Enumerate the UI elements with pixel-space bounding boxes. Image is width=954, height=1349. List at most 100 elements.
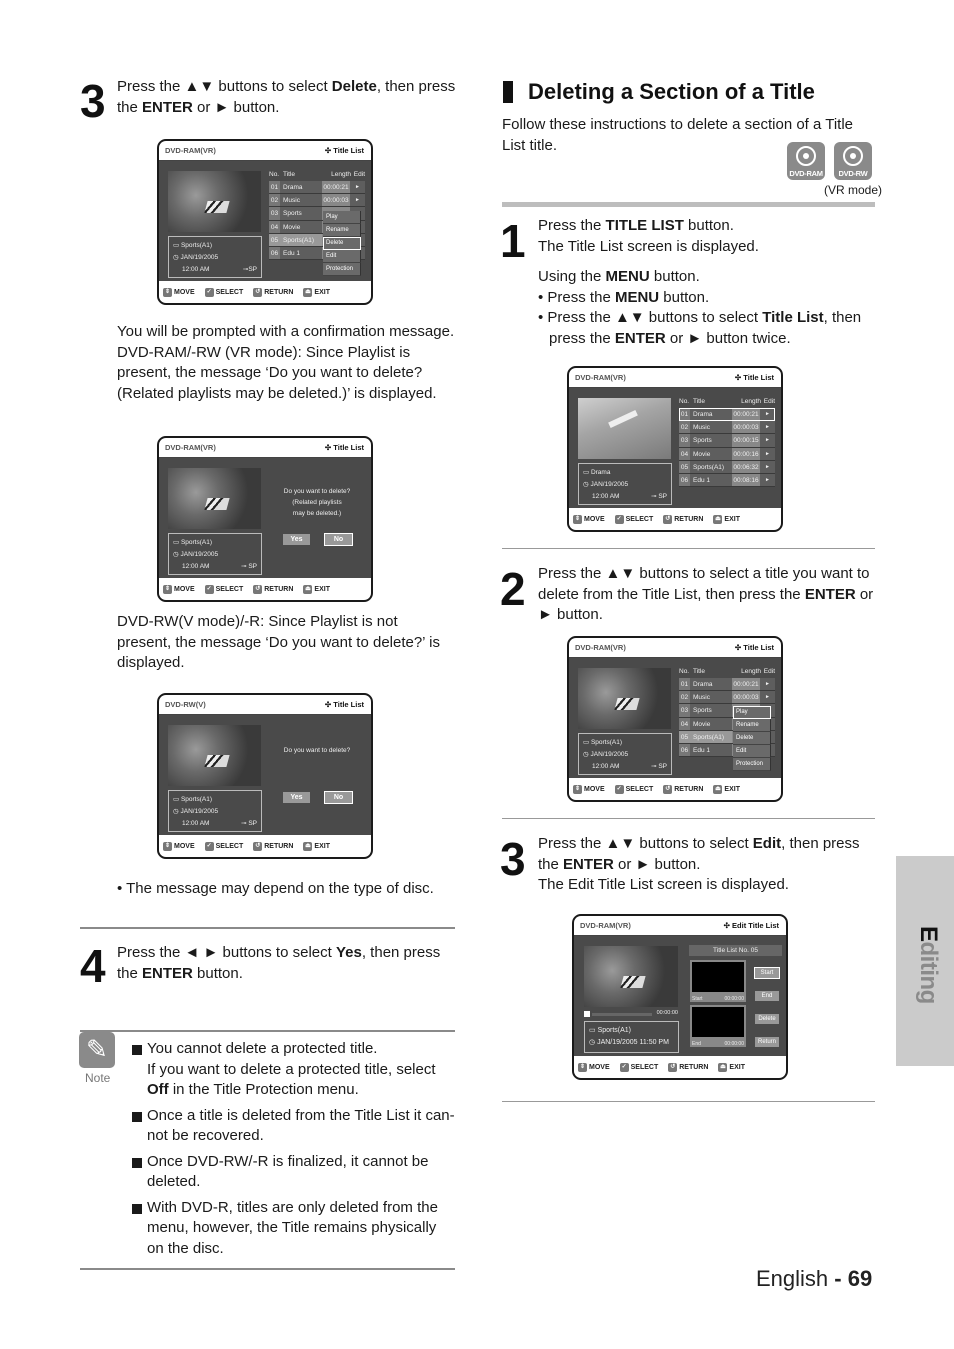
- screen-title: ✣ Title List: [324, 146, 364, 155]
- divider: [502, 1101, 875, 1102]
- menu-item-edit[interactable]: Edit: [323, 250, 361, 263]
- screen-footer: ⇕ MOVE ✓ SELECT ↺ RETURN ⏏ EXIT: [569, 778, 781, 800]
- vmode-paragraph: DVD-RW(V mode)/-R: Since Playlist is not…: [117, 613, 440, 671]
- disc-label: DVD-RAM(VR): [575, 373, 626, 382]
- edit-popup-menu: Play Rename Delete Edit Protection: [733, 706, 771, 771]
- table-row[interactable]: 03 Sports 00:00:15 ►: [679, 434, 775, 448]
- table-row[interactable]: 02 Music 00:00:03 ►: [679, 421, 775, 435]
- disc-label: DVD-RAM(VR): [165, 443, 216, 452]
- title-info-box: ▭ Sports(A1) ◷ JAN/19/2005 11:50 PM: [584, 1021, 679, 1053]
- edit-popup-menu: Play Rename Delete Edit Protection: [323, 211, 361, 276]
- start-frame: Start 00:00:00: [690, 960, 746, 1002]
- butterfly-thumbnail: [168, 171, 261, 232]
- butterfly-thumbnail: [168, 468, 261, 529]
- screen-title: ✣ Title List: [324, 700, 364, 709]
- table-row[interactable]: 01 Drama 00:00:21 ►: [269, 181, 365, 195]
- screen-edit-title-list: DVD-RAM(VR) ✣ Edit Title List 00:00:00 ▭ …: [572, 914, 788, 1080]
- title-info-box: ▭ Sports(A1) ◷ JAN/19/2005 12:00 AM ⊸ SP: [578, 733, 672, 775]
- step-number: 1: [500, 215, 526, 267]
- menu-item-protection[interactable]: Protection: [733, 758, 771, 771]
- end-frame: End 00:00:00: [690, 1005, 746, 1047]
- screen-title-list-edit-menu: DVD-RAM(VR) ✣ Title List ▭ Sports(A1) ◷ J…: [567, 636, 783, 802]
- section-marker: [503, 81, 513, 103]
- table-row-selected[interactable]: 01 Drama 00:00:21 ►: [679, 408, 775, 422]
- divider: [502, 818, 875, 819]
- yes-button[interactable]: Yes: [283, 792, 310, 803]
- screen-footer: ⇕ MOVE ✓ SELECT ↺ RETURN ⏏ EXIT: [574, 1056, 786, 1078]
- step-3-right-text: Press the ▲▼ buttons to select Edit, the…: [538, 835, 860, 893]
- disc-label: DVD-RAM(VR): [580, 921, 631, 930]
- playback-progress: 00:00:00: [584, 1010, 678, 1018]
- title-list-number: Title List No. 05: [689, 945, 782, 956]
- section-bar: [502, 202, 875, 207]
- screen-title: ✣ Title List: [734, 643, 774, 652]
- title-info-box: ▭ Drama ◷ JAN/19/2005 12:00 AM ⊸ SP: [578, 463, 672, 505]
- bullet-message: • The message may depend on the type of …: [117, 880, 434, 897]
- table-row[interactable]: 02 Music 00:00:03 ►: [679, 691, 775, 705]
- section-title: Deleting a Section of a Title: [528, 79, 815, 104]
- menu-item-delete[interactable]: Delete: [733, 732, 771, 745]
- screen-title: ✣ Title List: [734, 373, 774, 382]
- screen-title-list: DVD-RAM(VR) ✣ Title List ▭ Drama ◷ JAN/19…: [567, 366, 783, 532]
- dvd-ram-disc-icon: DVD-RAM: [787, 142, 825, 180]
- menu-item-protection[interactable]: Protection: [323, 263, 361, 276]
- screen-footer: ⇕ MOVE ✓ SELECT ↺ RETURN ⏏ EXIT: [159, 835, 371, 857]
- delete-button[interactable]: Delete: [755, 1014, 779, 1024]
- divider: [80, 1268, 455, 1270]
- vr-mode-label: (VR mode): [824, 183, 883, 197]
- step-number: 4: [80, 940, 106, 992]
- table-row[interactable]: 05 Sports(A1) 00:06:32 ►: [679, 460, 775, 474]
- menu-item-play[interactable]: Play: [733, 706, 771, 719]
- page-number: English - 69: [756, 1266, 873, 1291]
- no-button[interactable]: No: [324, 791, 353, 804]
- menu-item-rename[interactable]: Rename: [323, 224, 361, 237]
- step-number: 3: [500, 833, 526, 885]
- disc-label: DVD-RAM(VR): [575, 643, 626, 652]
- play-icon: [584, 1011, 590, 1017]
- note-item: With DVD-R, titles are only deleted from…: [131, 1198, 461, 1260]
- note-label: Note: [85, 1071, 111, 1085]
- return-button[interactable]: Return: [755, 1037, 779, 1047]
- seagull-thumbnail: [578, 398, 671, 459]
- table-row[interactable]: 01 Drama 00:00:21 ►: [679, 678, 775, 692]
- disc-label: DVD-RAM(VR): [165, 146, 216, 155]
- title-table: No. Title Length Edit 01 Drama 00:00:21 ► 02 Mu…: [679, 396, 775, 488]
- table-row[interactable]: 04 Movie 00:00:16 ►: [679, 447, 775, 461]
- butterfly-thumbnail: [578, 668, 671, 729]
- step-2-text: Press the ▲▼ buttons to select a title y…: [538, 565, 874, 623]
- note-list: You cannot delete a protected title. If …: [131, 1039, 461, 1264]
- butterfly-thumbnail: [168, 725, 261, 786]
- title-info-box: ▭ Sports(A1) ◷ JAN/19/2005 12:00 AM ⊸SP: [168, 236, 262, 278]
- table-row[interactable]: 02 Music 00:00:03 ►: [269, 194, 365, 208]
- note-pencil-icon: [79, 1032, 115, 1068]
- confirm-message: Do you want to delete?: [283, 747, 351, 754]
- screen-footer: ⇕ MOVE ✓ SELECT ↺ RETURN ⏏ EXIT: [159, 578, 371, 600]
- confirm-message: Do you want to delete? (Related playlist…: [283, 488, 351, 517]
- menu-item-edit[interactable]: Edit: [733, 745, 771, 758]
- title-info-box: ▭ Sports(A1) ◷ JAN/19/2005 12:00 AM ⊸ SP: [168, 790, 262, 832]
- menu-item-play[interactable]: Play: [323, 211, 361, 224]
- screen-footer: ⇕ MOVE ✓ SELECT ↺ RETURN ⏏ EXIT: [159, 281, 371, 303]
- screen-title-list-delete: DVD-RAM(VR) ✣ Title List ▭ Sports(A1) ◷ J…: [157, 139, 373, 305]
- screen-title: ✣ Title List: [324, 443, 364, 452]
- table-row[interactable]: 06 Edu 1 00:08:16 ►: [679, 473, 775, 488]
- chapter-tab: Editing: [896, 856, 954, 1066]
- start-button[interactable]: Start: [754, 967, 780, 979]
- disc-label: DVD-RW(V): [165, 700, 206, 709]
- step-4-text: Press the ◄ ► buttons to select Yes, the…: [117, 944, 441, 982]
- step-number: 2: [500, 563, 526, 615]
- divider: [80, 927, 455, 929]
- step-1-text: Press the TITLE LIST button. The Title L…: [538, 217, 862, 347]
- divider: [80, 1030, 455, 1032]
- title-info-box: ▭ Sports(A1) ◷ JAN/19/2005 12:00 AM ⊸ SP: [168, 533, 262, 575]
- screen-footer: ⇕ MOVE ✓ SELECT ↺ RETURN ⏏ EXIT: [569, 508, 781, 530]
- menu-item-delete[interactable]: Delete: [323, 237, 361, 250]
- menu-item-rename[interactable]: Rename: [733, 719, 771, 732]
- step-3-text: Press the ▲▼ buttons to select Delete, t…: [117, 78, 456, 116]
- end-button[interactable]: End: [755, 991, 779, 1001]
- screen-title: ✣ Edit Title List: [723, 921, 779, 930]
- yes-button[interactable]: Yes: [283, 534, 310, 545]
- no-button[interactable]: No: [324, 533, 353, 546]
- screen-delete-confirm-v: DVD-RW(V) ✣ Title List ▭ Sports(A1) ◷ JAN…: [157, 693, 373, 859]
- step-number: 3: [80, 75, 106, 127]
